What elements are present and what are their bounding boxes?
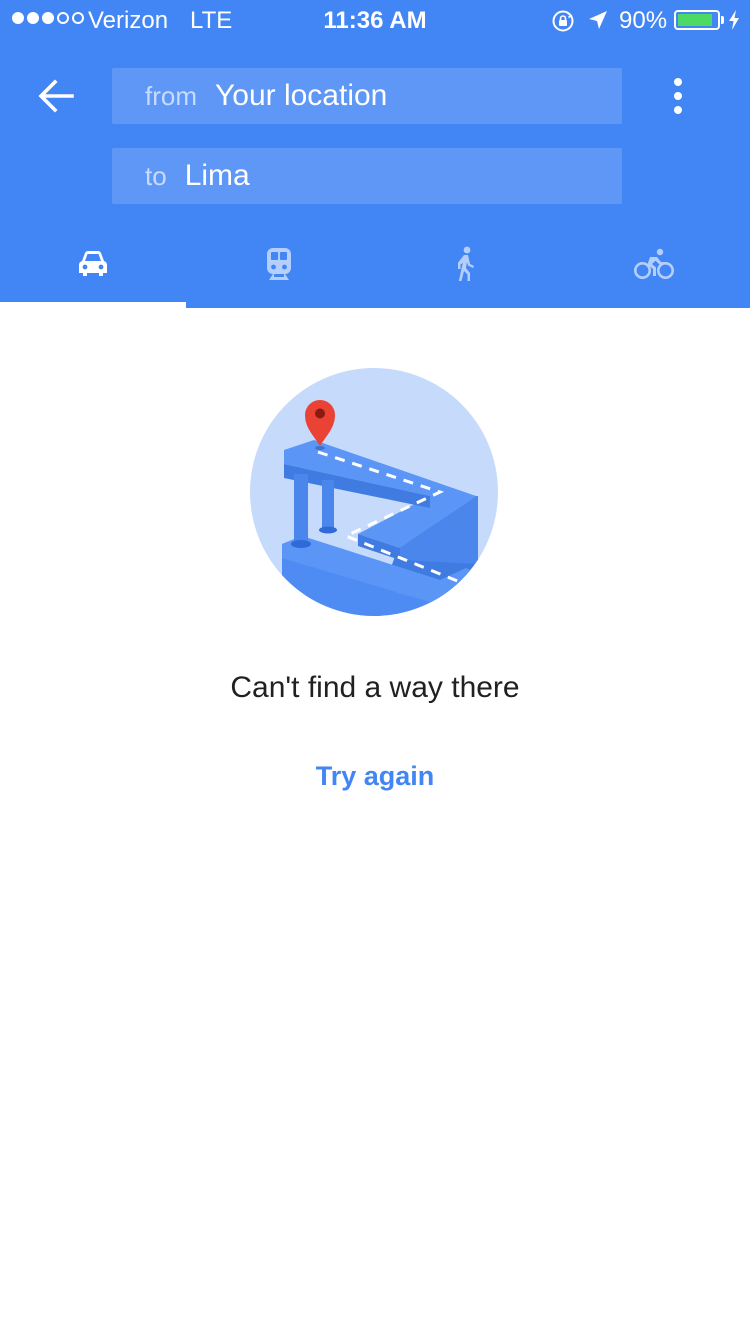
arrow-left-icon: [38, 79, 74, 113]
destination-prefix: to: [145, 160, 167, 191]
tab-driving[interactable]: [0, 224, 186, 308]
tab-cycling[interactable]: [558, 224, 750, 308]
origin-prefix: from: [145, 80, 197, 111]
origin-field[interactable]: from Your location: [112, 68, 622, 124]
walk-icon: [458, 246, 474, 281]
route-illustration: [250, 368, 498, 616]
status-bar: Verizon LTE 11:36 AM 90%: [0, 0, 750, 40]
battery-percentage: 90%: [619, 7, 668, 34]
train-icon: [267, 248, 291, 280]
more-vert-icon: [674, 78, 682, 114]
origin-value: Your location: [215, 79, 388, 112]
travel-mode-tabs: [0, 224, 750, 308]
selected-tab-indicator: [0, 302, 186, 308]
tab-transit[interactable]: [186, 224, 372, 308]
destination-value: Lima: [184, 159, 250, 192]
charging-bolt-icon: [729, 10, 739, 30]
more-options-button[interactable]: [658, 70, 698, 122]
battery-icon: [674, 10, 720, 30]
rotation-lock-icon: [552, 10, 574, 32]
battery-level: [678, 14, 713, 26]
no-route-message: Can't find a way there: [230, 671, 520, 704]
destination-field[interactable]: to Lima: [112, 148, 622, 204]
location-arrow-icon: [589, 11, 607, 29]
tab-walking[interactable]: [372, 224, 558, 308]
try-again-button[interactable]: Try again: [275, 752, 475, 800]
bike-icon: [634, 248, 674, 279]
battery-cap: [721, 16, 724, 24]
back-button[interactable]: [30, 70, 82, 122]
car-icon: [79, 251, 107, 276]
directions-header: Verizon LTE 11:36 AM 90% from Your locat…: [0, 0, 750, 308]
